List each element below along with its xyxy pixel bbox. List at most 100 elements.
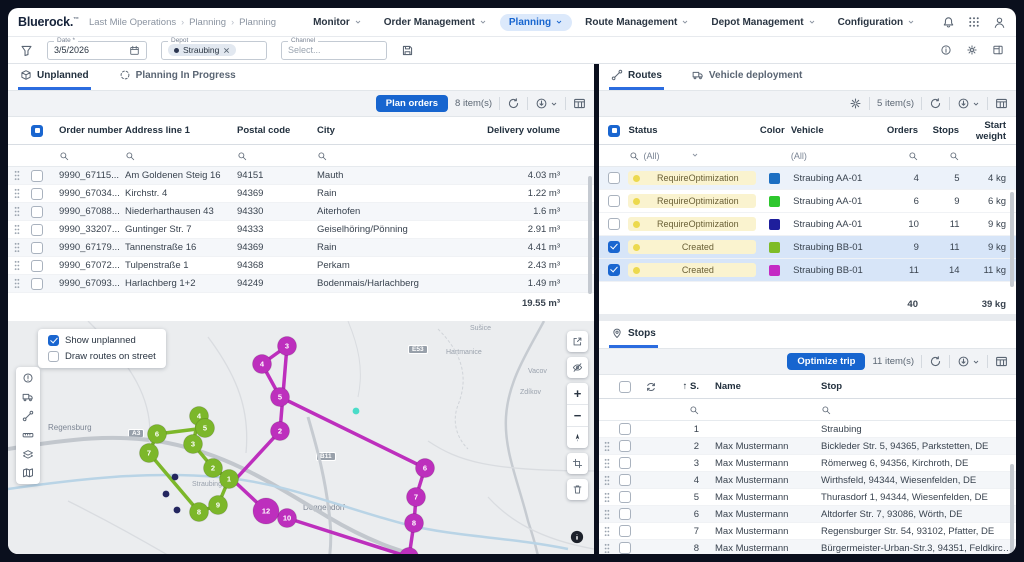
seq-column-header[interactable]: ↑ S. bbox=[671, 381, 699, 392]
select-area-button[interactable] bbox=[567, 453, 588, 474]
open-external-button[interactable] bbox=[567, 331, 588, 352]
export-button[interactable] bbox=[957, 97, 980, 110]
nav-menu-item[interactable]: Route Management bbox=[576, 14, 698, 31]
row-checkbox[interactable] bbox=[619, 440, 631, 452]
save-filter-icon[interactable] bbox=[401, 44, 414, 57]
depot-chip[interactable]: Straubing bbox=[168, 44, 236, 56]
search-icon[interactable] bbox=[689, 405, 699, 415]
order-row[interactable]: 9990_33207... Guntinger Str. 7 94333 Gei… bbox=[8, 221, 594, 239]
bell-icon[interactable] bbox=[942, 16, 955, 29]
row-checkbox[interactable] bbox=[619, 542, 631, 554]
order-row[interactable]: 9990_67088... Niederharthausen 43 94330 … bbox=[8, 203, 594, 221]
select-all-checkbox[interactable] bbox=[608, 125, 620, 137]
row-checkbox[interactable] bbox=[31, 224, 43, 236]
route-row[interactable]: RequireOptimization Straubing AA-01 4 5 … bbox=[599, 167, 1016, 190]
search-icon[interactable] bbox=[821, 405, 831, 415]
depot-field[interactable]: Depot Straubing bbox=[161, 41, 267, 60]
route-row[interactable]: Created Straubing BB-01 11 14 11 kg bbox=[599, 259, 1016, 282]
drag-handle-icon[interactable] bbox=[599, 441, 619, 452]
row-checkbox[interactable] bbox=[608, 218, 620, 230]
stop-row[interactable]: 6 Max Mustermann Altdorfer Str. 7, 93086… bbox=[599, 506, 1016, 523]
stops-scrollbar[interactable] bbox=[1010, 464, 1014, 554]
map-option-checkbox[interactable] bbox=[48, 351, 59, 362]
row-checkbox[interactable] bbox=[608, 264, 620, 276]
search-icon[interactable] bbox=[125, 151, 135, 161]
route-icon[interactable] bbox=[22, 410, 34, 422]
stop-row[interactable]: 7 Max Mustermann Regensburger Str. 54, 9… bbox=[599, 523, 1016, 540]
drag-handle-icon[interactable] bbox=[599, 458, 619, 469]
map-icon[interactable] bbox=[22, 467, 34, 479]
plan-orders-button[interactable]: Plan orders bbox=[376, 95, 448, 112]
nav-menu-item[interactable]: Order Management bbox=[375, 14, 496, 31]
refresh-icon[interactable] bbox=[507, 97, 520, 110]
drag-handle-icon[interactable] bbox=[8, 278, 31, 289]
nav-menu-item[interactable]: Configuration bbox=[829, 14, 925, 31]
map-option[interactable]: Draw routes on street bbox=[48, 351, 156, 362]
drag-handle-icon[interactable] bbox=[599, 543, 619, 554]
routes-scrollbar[interactable] bbox=[1010, 192, 1014, 287]
nav-menu-item[interactable]: Monitor bbox=[304, 14, 371, 31]
refresh-icon[interactable] bbox=[929, 97, 942, 110]
order-row[interactable]: 9990_67034... Kirchstr. 4 94369 Rain 1.2… bbox=[8, 185, 594, 203]
row-checkbox[interactable] bbox=[31, 278, 43, 290]
zoom-out-button[interactable]: − bbox=[567, 404, 588, 426]
hide-layer-button[interactable] bbox=[567, 357, 588, 378]
select-all-checkbox[interactable] bbox=[31, 125, 43, 137]
row-checkbox[interactable] bbox=[31, 260, 43, 272]
row-checkbox[interactable] bbox=[608, 195, 620, 207]
tab-unplanned[interactable]: Unplanned bbox=[18, 69, 91, 90]
row-checkbox[interactable] bbox=[619, 525, 631, 537]
sync-icon[interactable] bbox=[645, 381, 657, 393]
optimize-trip-button[interactable]: Optimize trip bbox=[787, 353, 865, 370]
map-option-checkbox[interactable] bbox=[48, 335, 59, 346]
layers-icon[interactable] bbox=[22, 448, 34, 460]
route-row[interactable]: Created Straubing BB-01 9 11 9 kg bbox=[599, 236, 1016, 259]
gear-icon[interactable] bbox=[966, 44, 978, 56]
row-checkbox[interactable] bbox=[608, 172, 620, 184]
drag-handle-icon[interactable] bbox=[599, 492, 619, 503]
route-row[interactable]: RequireOptimization Straubing AA-01 10 1… bbox=[599, 213, 1016, 236]
row-checkbox[interactable] bbox=[608, 241, 620, 253]
row-checkbox[interactable] bbox=[31, 170, 43, 182]
order-row[interactable]: 9990_67115... Am Goldenen Steig 16 94151… bbox=[8, 167, 594, 185]
search-icon[interactable] bbox=[237, 151, 247, 161]
tab-vehicle-deployment[interactable]: Vehicle deployment bbox=[690, 69, 804, 90]
row-checkbox[interactable] bbox=[619, 508, 631, 520]
map-attribution-icon[interactable] bbox=[570, 530, 584, 544]
row-checkbox[interactable] bbox=[31, 242, 43, 254]
drag-handle-icon[interactable] bbox=[599, 526, 619, 537]
order-row[interactable]: 9990_67093... Harlachberg 1+2 94249 Bode… bbox=[8, 275, 594, 293]
drag-handle-icon[interactable] bbox=[8, 188, 31, 199]
calendar-icon[interactable] bbox=[129, 45, 140, 56]
info-icon[interactable] bbox=[940, 44, 952, 56]
delete-button[interactable] bbox=[567, 479, 588, 500]
route-row[interactable]: RequireOptimization Straubing AA-01 6 9 … bbox=[599, 190, 1016, 213]
tab-routes[interactable]: Routes bbox=[609, 69, 664, 90]
row-checkbox[interactable] bbox=[619, 491, 631, 503]
row-checkbox[interactable] bbox=[619, 423, 631, 435]
columns-icon[interactable] bbox=[995, 355, 1008, 368]
status-filter[interactable]: (All) bbox=[629, 151, 754, 161]
truck-icon[interactable] bbox=[22, 391, 34, 403]
zoom-in-button[interactable]: + bbox=[567, 383, 588, 404]
refresh-icon[interactable] bbox=[929, 355, 942, 368]
close-icon[interactable] bbox=[223, 47, 230, 54]
export-button[interactable] bbox=[957, 355, 980, 368]
row-checkbox[interactable] bbox=[31, 206, 43, 218]
nav-menu-item[interactable]: Depot Management bbox=[702, 14, 824, 31]
vehicle-filter[interactable]: (All) bbox=[791, 151, 881, 161]
select-all-checkbox[interactable] bbox=[619, 381, 631, 393]
columns-icon[interactable] bbox=[573, 97, 586, 110]
stop-row[interactable]: 5 Max Mustermann Thurasdorf 1, 94344, Wi… bbox=[599, 489, 1016, 506]
stop-row[interactable]: 4 Max Mustermann Wirthsfeld, 94344, Wies… bbox=[599, 472, 1016, 489]
drag-handle-icon[interactable] bbox=[599, 509, 619, 520]
measure-icon[interactable] bbox=[22, 429, 34, 441]
stop-row[interactable]: 2 Max Mustermann Bickleder Str. 5, 94365… bbox=[599, 438, 1016, 455]
layout-icon[interactable] bbox=[992, 44, 1004, 56]
export-button[interactable] bbox=[535, 97, 558, 110]
row-checkbox[interactable] bbox=[619, 474, 631, 486]
user-icon[interactable] bbox=[993, 16, 1006, 29]
row-checkbox[interactable] bbox=[619, 457, 631, 469]
drag-handle-icon[interactable] bbox=[8, 170, 31, 181]
drag-handle-icon[interactable] bbox=[8, 224, 31, 235]
